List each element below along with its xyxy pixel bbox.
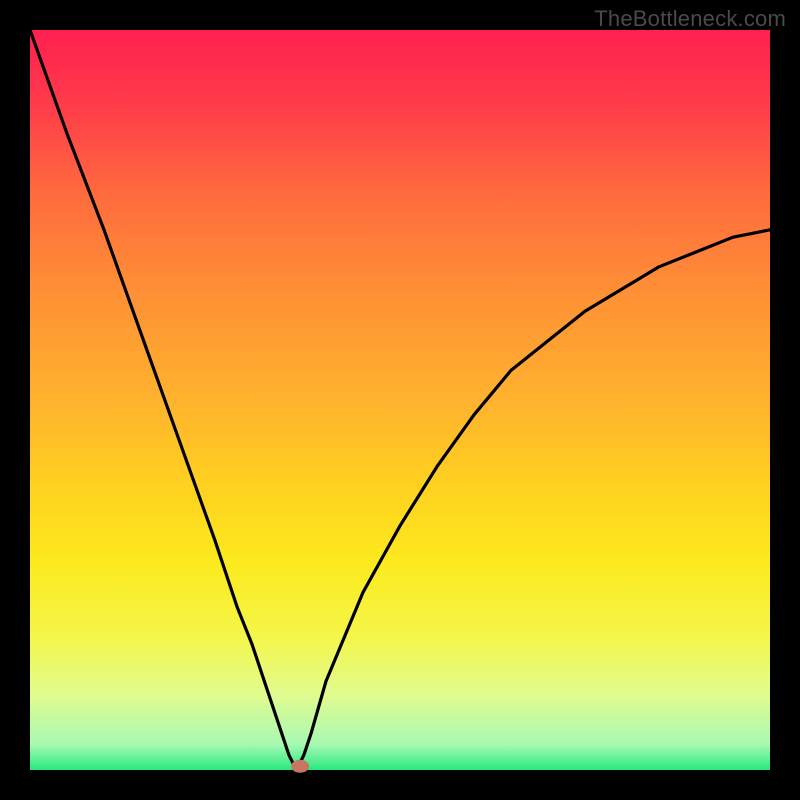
chart-frame: TheBottleneck.com [0, 0, 800, 800]
watermark-text: TheBottleneck.com [594, 6, 786, 32]
minimum-marker [291, 760, 309, 773]
bottleneck-chart [0, 0, 800, 800]
plot-area [30, 30, 770, 770]
